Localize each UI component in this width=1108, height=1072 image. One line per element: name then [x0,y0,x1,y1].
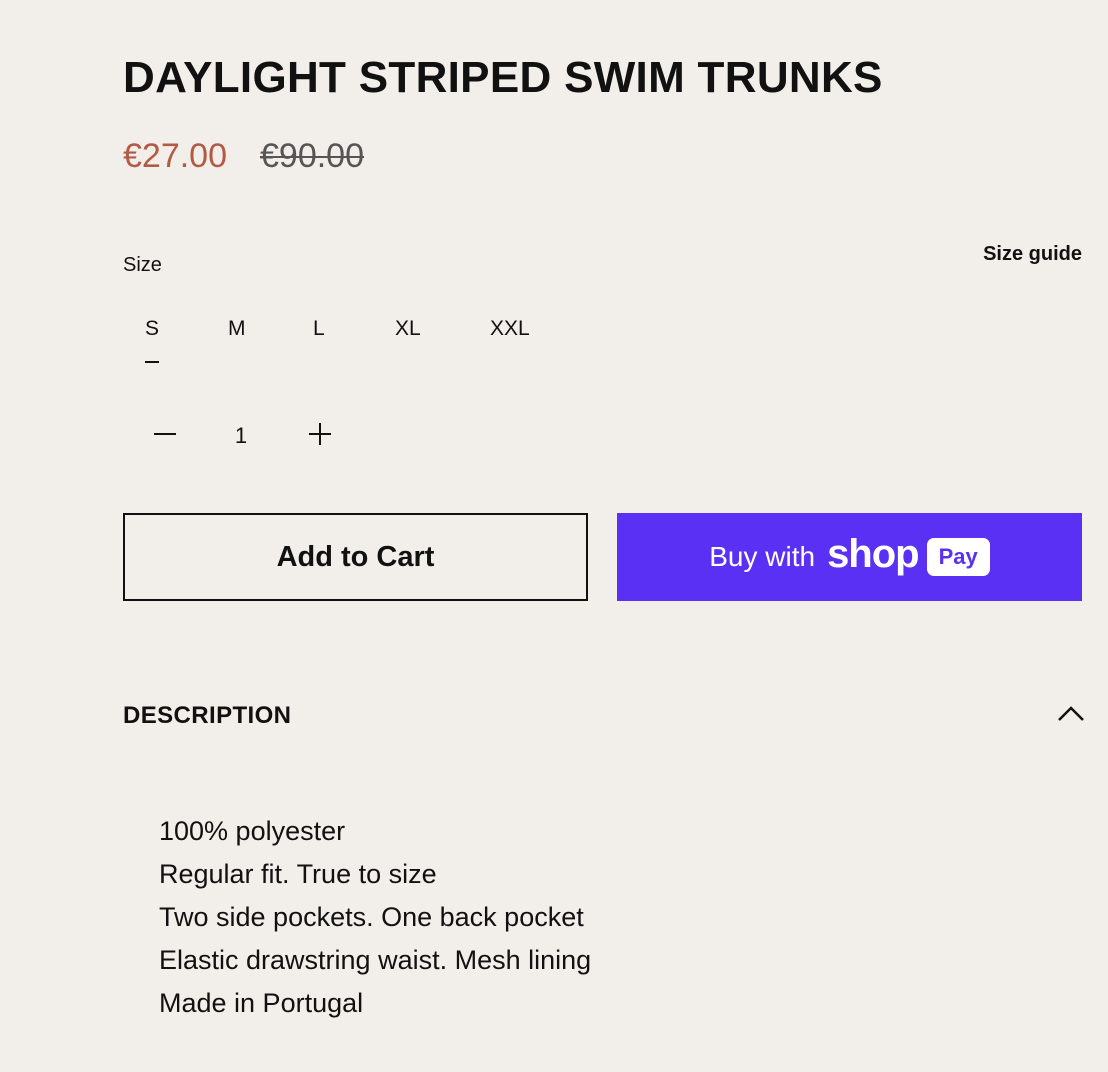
list-item: Elastic drawstring waist. Mesh lining [159,945,592,975]
description-list: 100% polyester Regular fit. True to size… [159,810,591,1025]
list-item: Made in Portugal [159,988,364,1018]
shop-pay-prefix: Buy with [709,541,816,572]
list-item: 100% polyester [159,816,346,846]
size-label: Size [123,254,162,276]
minus-icon[interactable] [151,415,179,455]
quantity-input[interactable] [226,422,256,450]
pay-badge: Pay [926,538,990,576]
selected-size-indicator [145,361,159,363]
size-option-m[interactable]: M [228,316,246,342]
size-option-xl[interactable]: XL [395,316,421,342]
chevron-up-icon[interactable] [1053,700,1089,728]
list-item: Two side pockets. One back pocket [159,902,584,932]
plus-icon[interactable] [307,421,333,447]
sale-price: €27.00 [123,137,227,175]
shop-pay-button[interactable]: Buy with shop Pay [617,513,1082,601]
add-to-cart-button[interactable]: Add to Cart [123,513,588,601]
product-title: DAYLIGHT STRIPED SWIM TRUNKS [123,53,883,102]
shop-logo: shop [827,532,920,576]
list-item: Regular fit. True to size [159,859,437,889]
size-option-xxl[interactable]: XXL [490,316,530,342]
size-option-l[interactable]: L [313,316,325,342]
size-guide-link[interactable]: Size guide [983,242,1082,266]
description-heading: DESCRIPTION [123,702,292,729]
size-option-s[interactable]: S [145,316,159,342]
compare-at-price: €90.00 [260,137,364,175]
